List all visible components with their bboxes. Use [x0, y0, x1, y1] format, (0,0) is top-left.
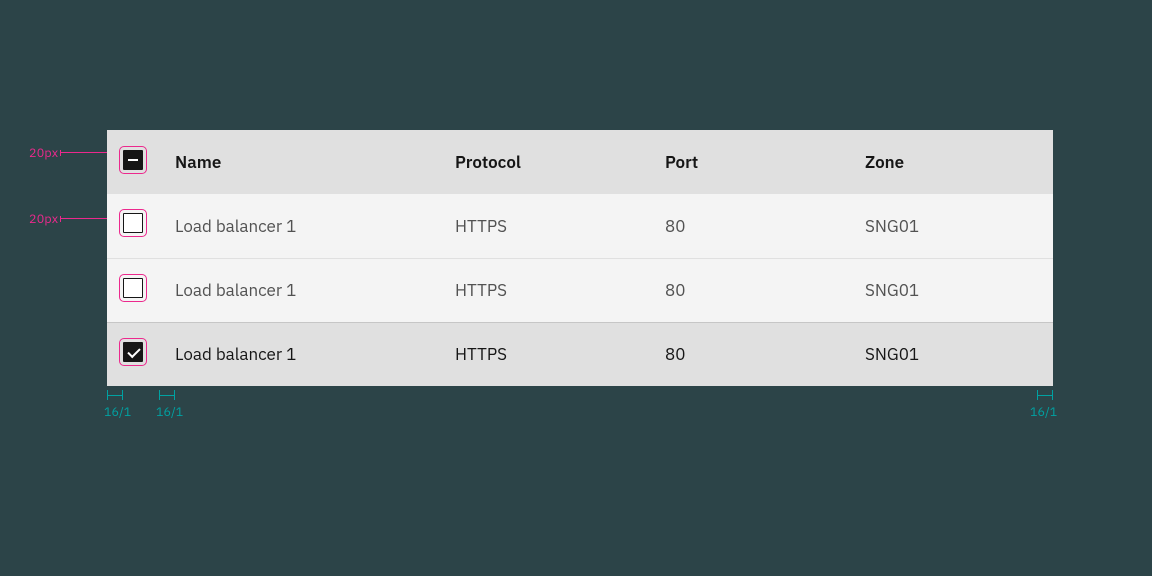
col-protocol[interactable]: Protocol [439, 130, 649, 194]
spec-label-pad-mid: 16/1 [156, 404, 183, 420]
cell-protocol: HTTPS [439, 194, 649, 258]
data-table: Name Protocol Port Zone Load balancer 1 … [107, 130, 1053, 386]
cell-zone: SNG01 [849, 258, 1053, 322]
col-port[interactable]: Port [649, 130, 849, 194]
spec-connector-row [60, 218, 114, 219]
cell-name: Load balancer 1 [159, 194, 439, 258]
cell-protocol: HTTPS [439, 322, 649, 386]
table-header-row: Name Protocol Port Zone [107, 130, 1053, 194]
cell-zone: SNG01 [849, 322, 1053, 386]
cell-zone: SNG01 [849, 194, 1053, 258]
spec-label-pad-right: 16/1 [1030, 404, 1057, 420]
cell-name: Load balancer 1 [159, 258, 439, 322]
spec-connector-header [60, 152, 114, 153]
spec-bracket-left [107, 390, 123, 400]
cell-name: Load balancer 1 [159, 322, 439, 386]
cell-protocol: HTTPS [439, 258, 649, 322]
spec-label-checkbox-row: 20px [29, 211, 58, 227]
cell-port: 80 [649, 322, 849, 386]
spec-bracket-mid [159, 390, 175, 400]
col-name[interactable]: Name [159, 130, 439, 194]
spec-label-pad-left: 16/1 [104, 404, 131, 420]
table-row[interactable]: Load balancer 1 HTTPS 80 SNG01 [107, 194, 1053, 258]
col-zone[interactable]: Zone [849, 130, 1053, 194]
row-checkbox[interactable] [123, 342, 143, 362]
spec-bracket-right [1037, 390, 1053, 400]
cell-port: 80 [649, 258, 849, 322]
row-checkbox[interactable] [123, 213, 143, 233]
cell-port: 80 [649, 194, 849, 258]
row-checkbox[interactable] [123, 278, 143, 298]
table-row[interactable]: Load balancer 1 HTTPS 80 SNG01 [107, 322, 1053, 386]
table-row[interactable]: Load balancer 1 HTTPS 80 SNG01 [107, 258, 1053, 322]
spec-label-checkbox-header: 20px [29, 145, 58, 161]
select-all-checkbox[interactable] [123, 150, 143, 170]
